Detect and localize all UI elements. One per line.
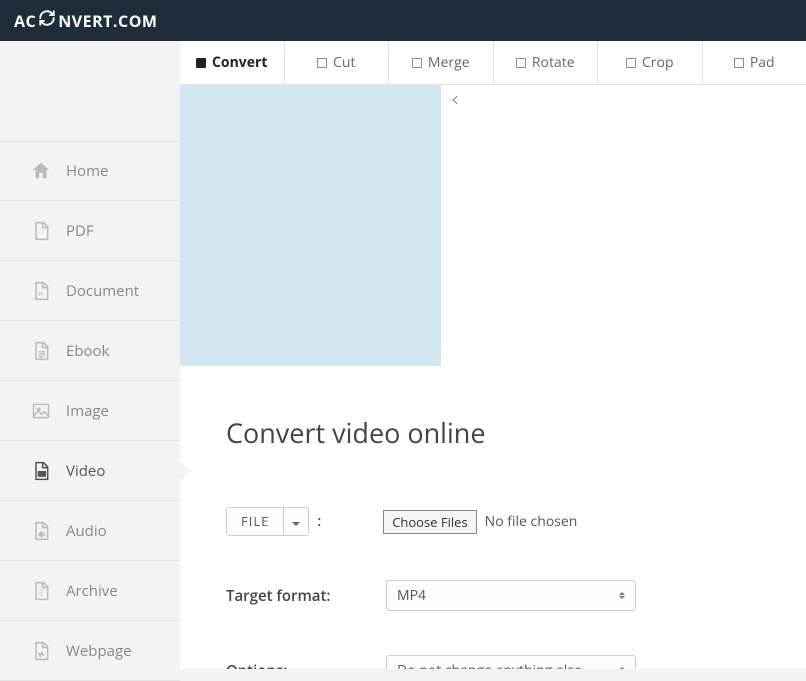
sidebar-item-label: Home (66, 161, 108, 181)
tab-convert[interactable]: Convert (180, 41, 285, 84)
checkbox-empty-icon (516, 58, 526, 68)
checkbox-empty-icon (734, 58, 744, 68)
sidebar-item-label: Audio (66, 521, 107, 541)
sidebar-item-label: Archive (66, 581, 118, 601)
close-ad-arrow[interactable] (441, 85, 469, 366)
audio-icon (30, 520, 52, 542)
sidebar-item-label: Webpage (66, 641, 132, 661)
target-format-select[interactable]: MP4 (386, 580, 636, 611)
tab-rotate[interactable]: Rotate (494, 41, 599, 84)
tab-label: Cut (333, 53, 355, 72)
file-row: FILE : Choose Files No file chosen (226, 507, 760, 536)
choose-files-button[interactable]: Choose Files (383, 510, 476, 534)
sidebar-item-label: Document (66, 281, 139, 301)
sidebar-item-image[interactable]: Image (0, 381, 180, 441)
sidebar: Home PDF W Document Ebook Image (0, 41, 180, 669)
tab-label: Merge (428, 53, 470, 72)
image-icon (30, 400, 52, 422)
tab-label: Pad (750, 53, 775, 72)
select-sort-icon (619, 592, 625, 599)
tab-label: Rotate (532, 53, 575, 72)
webpage-icon (30, 640, 52, 662)
file-source-button-group[interactable]: FILE (226, 507, 309, 536)
sidebar-item-home[interactable]: Home (0, 141, 180, 201)
brand-prefix: AC (14, 10, 36, 32)
tab-bar: Convert Cut Merge Rotate Crop Pad (180, 41, 806, 85)
options-select[interactable]: Do not change anything else (386, 655, 636, 669)
sidebar-item-label: Ebook (66, 341, 109, 361)
page-title: Convert video online (226, 414, 760, 451)
sidebar-item-ebook[interactable]: Ebook (0, 321, 180, 381)
target-format-value: MP4 (397, 586, 426, 605)
brand-logo[interactable]: AC NVERT.COM (14, 9, 158, 32)
sidebar-item-webpage[interactable]: Webpage (0, 621, 180, 681)
options-value: Do not change anything else (397, 661, 582, 669)
sidebar-item-label: PDF (66, 221, 94, 241)
tab-merge[interactable]: Merge (389, 41, 494, 84)
colon: : (317, 512, 321, 531)
document-icon: W (30, 280, 52, 302)
pdf-icon (30, 220, 52, 242)
sidebar-item-video[interactable]: Video (0, 441, 180, 501)
checkbox-empty-icon (317, 58, 327, 68)
sidebar-item-document[interactable]: W Document (0, 261, 180, 321)
brand-suffix: NVERT.COM (58, 10, 157, 32)
video-icon (30, 460, 52, 482)
home-icon (30, 160, 52, 182)
tab-label: Convert (212, 53, 267, 72)
sidebar-item-archive[interactable]: Archive (0, 561, 180, 621)
sidebar-item-label: Image (66, 401, 109, 421)
options-row: Options: Do not change anything else (226, 655, 760, 669)
target-format-row: Target format: MP4 (226, 580, 760, 611)
archive-icon (30, 580, 52, 602)
checkbox-filled-icon (196, 58, 206, 68)
tab-cut[interactable]: Cut (285, 41, 390, 84)
tab-crop[interactable]: Crop (598, 41, 703, 84)
sidebar-item-pdf[interactable]: PDF (0, 201, 180, 261)
checkbox-empty-icon (412, 58, 422, 68)
refresh-icon (36, 9, 58, 32)
file-source-button[interactable]: FILE (227, 508, 284, 535)
ad-region (180, 85, 806, 366)
chevron-down-icon (292, 522, 300, 526)
tab-label: Crop (642, 53, 674, 72)
top-header: AC NVERT.COM (0, 0, 806, 41)
options-label: Options: (226, 661, 386, 670)
no-file-chosen-text: No file chosen (485, 512, 578, 531)
ad-placeholder (180, 85, 441, 366)
checkbox-empty-icon (626, 58, 636, 68)
file-source-dropdown[interactable] (284, 508, 308, 535)
svg-text:W: W (38, 290, 44, 298)
content-area: Convert video online FILE : Choose Files… (180, 366, 806, 669)
sidebar-item-label: Video (66, 461, 105, 481)
sidebar-item-audio[interactable]: Audio (0, 501, 180, 561)
main-panel: Convert Cut Merge Rotate Crop Pad (180, 41, 806, 669)
target-format-label: Target format: (226, 586, 386, 606)
ebook-icon (30, 340, 52, 362)
tab-pad[interactable]: Pad (703, 41, 806, 84)
